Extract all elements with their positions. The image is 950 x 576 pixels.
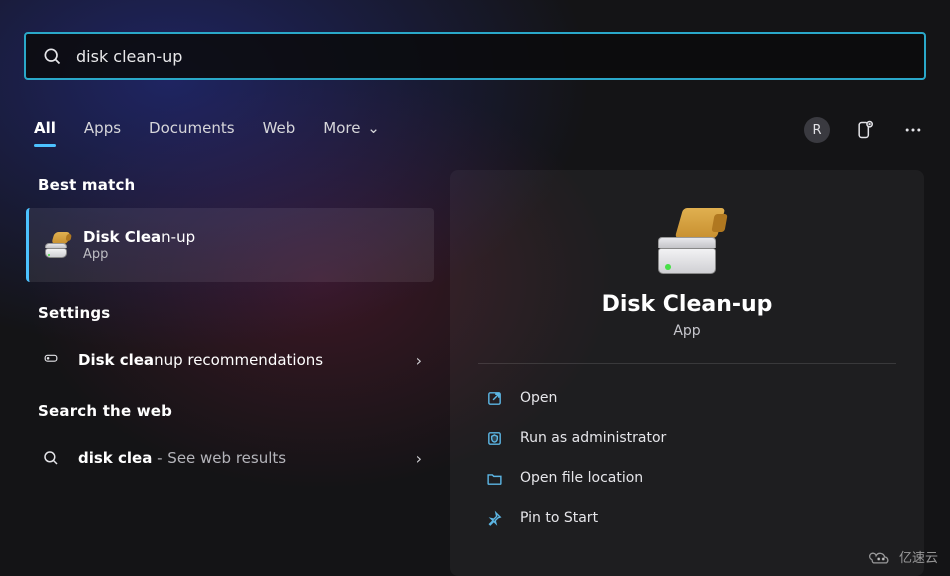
- settings-item-label: Disk cleanup recommendations: [78, 351, 400, 369]
- disk-cleanup-icon: [43, 232, 69, 258]
- detail-panel: Disk Clean-up App Open Run as administra…: [450, 170, 924, 576]
- user-avatar[interactable]: R: [804, 117, 830, 143]
- folder-icon: [484, 470, 504, 487]
- chevron-down-icon: ⌄: [362, 119, 379, 137]
- search-web-header: Search the web: [38, 402, 434, 420]
- action-label: Pin to Start: [520, 510, 598, 526]
- tab-all[interactable]: All: [34, 113, 56, 147]
- action-pin-to-start[interactable]: Pin to Start: [478, 498, 896, 538]
- results-column: Best match Disk Clean-up App Settings Di…: [26, 170, 434, 576]
- action-run-as-admin[interactable]: Run as administrator: [478, 418, 896, 458]
- detail-title: Disk Clean-up: [602, 292, 773, 317]
- settings-header: Settings: [38, 304, 434, 322]
- action-label: Open file location: [520, 470, 643, 486]
- tab-more[interactable]: More ⌄: [323, 113, 380, 147]
- settings-item-cleanup-recommendations[interactable]: Disk cleanup recommendations ›: [26, 336, 434, 384]
- search-icon: [42, 46, 62, 66]
- pin-icon: [484, 510, 504, 527]
- tab-apps[interactable]: Apps: [84, 113, 121, 147]
- action-open[interactable]: Open: [478, 378, 896, 418]
- shield-icon: [484, 430, 504, 447]
- storage-icon: [40, 353, 62, 367]
- tab-documents[interactable]: Documents: [149, 113, 235, 147]
- search-bar[interactable]: [24, 32, 926, 80]
- best-match-result[interactable]: Disk Clean-up App: [26, 208, 434, 282]
- action-label: Run as administrator: [520, 430, 666, 446]
- phone-link-icon[interactable]: [852, 117, 878, 143]
- search-icon: [40, 449, 62, 467]
- detail-subtitle: App: [673, 323, 700, 339]
- chevron-right-icon: ›: [416, 351, 422, 370]
- more-options-icon[interactable]: [900, 117, 926, 143]
- divider: [478, 363, 896, 364]
- result-subtitle: App: [83, 247, 195, 262]
- web-item-label: disk clea - See web results: [78, 449, 400, 467]
- tab-web[interactable]: Web: [263, 113, 296, 147]
- web-search-item[interactable]: disk clea - See web results ›: [26, 434, 434, 482]
- action-open-file-location[interactable]: Open file location: [478, 458, 896, 498]
- disk-cleanup-icon: [652, 208, 722, 274]
- best-match-header: Best match: [38, 176, 434, 194]
- chevron-right-icon: ›: [416, 449, 422, 468]
- action-label: Open: [520, 390, 557, 406]
- search-input[interactable]: [76, 47, 908, 66]
- result-title: Disk Clean-up: [83, 228, 195, 246]
- filter-tabs: All Apps Documents Web More ⌄ R: [34, 108, 926, 152]
- open-icon: [484, 390, 504, 407]
